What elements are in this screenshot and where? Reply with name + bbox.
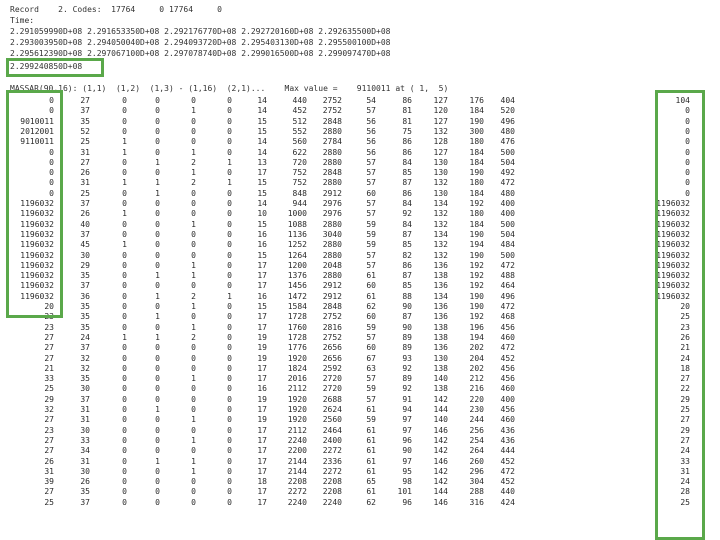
- table-cell: 452: [500, 353, 515, 363]
- table-cell: 480: [500, 126, 515, 136]
- table-cell: 400: [500, 394, 515, 404]
- table-cell: 456: [500, 405, 515, 414]
- time-line: 2.291059990D+08 2.291653350D+08 2.292176…: [10, 27, 391, 36]
- table-cell: 500: [500, 147, 515, 157]
- highlight-box-time: [6, 58, 104, 77]
- table-cell: 472: [500, 343, 515, 353]
- highlight-box-last-column: [655, 90, 705, 540]
- table-cell: 480: [500, 188, 515, 198]
- time-line: 2.293003950D+08 2.294050040D+08 2.294093…: [10, 38, 391, 47]
- table-cell: 472: [500, 466, 515, 476]
- table-cell: 472: [500, 302, 515, 311]
- table-cell: 520: [500, 106, 515, 116]
- time-label: Time:: [10, 16, 35, 25]
- table-cell: 484: [500, 240, 515, 250]
- table-cell: 400: [500, 209, 515, 219]
- table-cell: 472: [500, 178, 515, 188]
- table-cell: 464: [500, 281, 515, 291]
- table-cell: 436: [500, 435, 515, 445]
- table-cell: 456: [500, 374, 515, 384]
- record-line: Record 2. Codes: 17764 0 17764 0: [10, 5, 222, 14]
- table-cell: 500: [500, 250, 515, 260]
- table-cell: 472: [500, 260, 515, 270]
- table-cell: 444: [500, 446, 515, 456]
- table-cell: 492: [500, 168, 515, 178]
- table-cell: 404: [500, 96, 515, 105]
- table-cell: 424: [500, 497, 515, 507]
- table-cell: 496: [500, 291, 515, 301]
- table-cell: 504: [500, 157, 515, 167]
- table-cell: 468: [500, 312, 515, 322]
- array-header: MASSAR(90,16): (1,1) (1,2) (1,3) - (1,16…: [10, 84, 449, 93]
- table-cell: 476: [500, 137, 515, 147]
- table-cell: 488: [500, 271, 515, 281]
- table-cell: 460: [500, 415, 515, 425]
- table-cell: 436: [500, 425, 515, 435]
- table-cell: 460: [500, 332, 515, 342]
- highlight-box-first-column: [6, 90, 63, 318]
- table-cell: 460: [500, 384, 515, 394]
- table-cell: 452: [500, 456, 515, 466]
- table-cell: 400: [500, 199, 515, 208]
- terminal-output: Record 2. Codes: 17764 0 17764 0 Time: 2…: [0, 0, 720, 540]
- table-cell: 440: [500, 487, 515, 497]
- table-cell: 452: [500, 477, 515, 487]
- table-cell: 496: [500, 116, 515, 126]
- table-cell: 456: [500, 322, 515, 332]
- table-cell: 500: [500, 219, 515, 229]
- table-cell: 504: [500, 229, 515, 239]
- table-cell: 456: [500, 363, 515, 373]
